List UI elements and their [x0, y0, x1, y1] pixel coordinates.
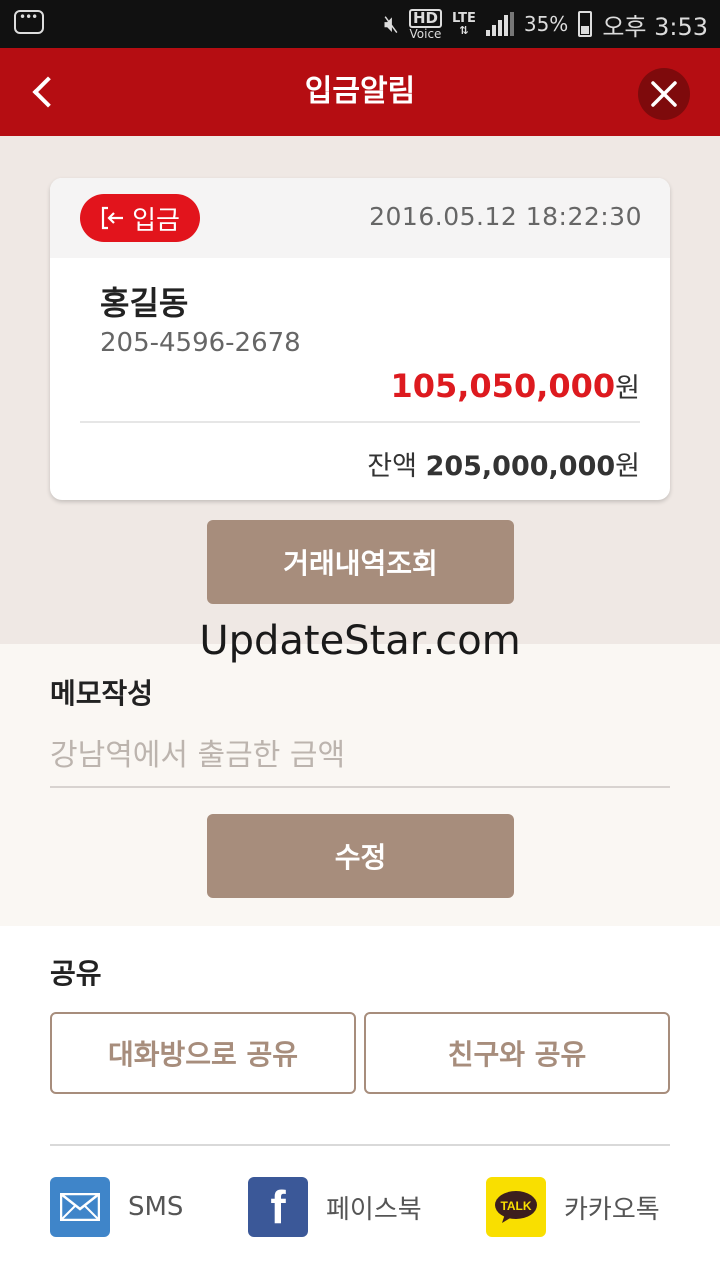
share-to-chat-button[interactable]: 대화방으로 공유 — [50, 1012, 356, 1094]
account-number: 205-4596-2678 — [100, 328, 301, 358]
kakaotalk-icon: TALK — [486, 1177, 546, 1237]
share-kakaotalk[interactable]: TALK 카카오톡 — [486, 1176, 660, 1238]
transaction-datetime: 2016.05.12 18:22:30 — [369, 202, 642, 231]
deposit-in-icon — [101, 206, 124, 230]
notification-section: 입금 2016.05.12 18:22:30 홍길동 205-4596-2678… — [0, 136, 720, 644]
battery-icon — [578, 11, 593, 37]
close-button[interactable] — [638, 68, 690, 120]
card-divider — [80, 421, 640, 423]
status-bar: 🔇︎ HD Voice LTE ⇅ 35% 오후 3:53 — [0, 0, 720, 48]
share-with-friend-button[interactable]: 친구와 공유 — [364, 1012, 670, 1094]
edit-button[interactable]: 수정 — [207, 814, 514, 898]
clock: 오후 3:53 — [602, 12, 708, 41]
share-title: 공유 — [50, 957, 102, 990]
share-section: 공유 대화방으로 공유 친구와 공유 SMS f 페이스북 TALK 카카오톡 — [0, 926, 720, 1280]
card-header: 입금 2016.05.12 18:22:30 — [50, 178, 670, 258]
memo-section: 메모작성 수정 — [0, 644, 720, 926]
deposit-amount: 105,050,000원 — [390, 367, 640, 405]
sender-name: 홍길동 — [100, 284, 189, 322]
page-title: 입금알림 — [304, 74, 416, 109]
balance: 잔액 205,000,000원 — [367, 451, 640, 482]
share-sms[interactable]: SMS — [50, 1176, 183, 1238]
memo-input[interactable] — [50, 724, 670, 788]
share-facebook[interactable]: f 페이스북 — [248, 1176, 422, 1238]
hd-voice-icon: HD Voice — [408, 8, 442, 41]
transaction-history-button[interactable]: 거래내역조회 — [207, 520, 514, 604]
close-icon — [651, 81, 677, 107]
battery-percent: 35% — [523, 12, 569, 36]
status-icons: 🔇︎ HD Voice LTE ⇅ 35% 오후 3:53 — [383, 8, 708, 41]
svg-text:TALK: TALK — [500, 1199, 531, 1213]
memo-title: 메모작성 — [50, 677, 154, 710]
signal-icon — [485, 12, 514, 36]
notification-message-icon — [14, 10, 44, 38]
back-button[interactable] — [22, 70, 66, 114]
mute-icon: 🔇︎ — [383, 10, 399, 38]
lte-icon: LTE ⇅ — [451, 11, 476, 37]
watermark: UpdateStar.com — [199, 618, 521, 664]
facebook-icon: f — [248, 1177, 308, 1237]
share-divider — [50, 1144, 670, 1146]
mail-icon — [50, 1177, 110, 1237]
app-bar: 입금알림 — [0, 48, 720, 136]
deposit-card: 입금 2016.05.12 18:22:30 홍길동 205-4596-2678… — [50, 178, 670, 500]
deposit-badge: 입금 — [80, 194, 200, 242]
